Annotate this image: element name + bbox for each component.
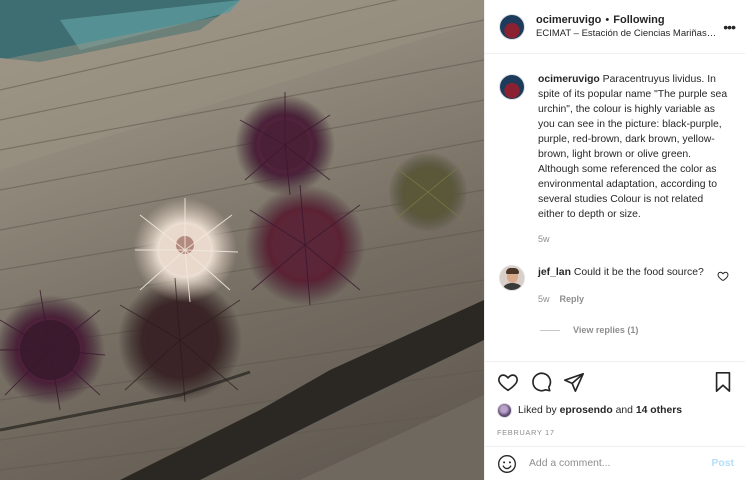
avatar-shirt (503, 283, 522, 290)
separator-dot: • (605, 14, 610, 26)
action-icons (497, 371, 734, 393)
post-date[interactable]: FEBRUARY 17 (497, 428, 734, 437)
comment-heart-icon[interactable] (717, 270, 729, 282)
comment-username[interactable]: jef_lan (538, 267, 571, 278)
likes-line: Liked by eprosendo and 14 others (497, 403, 734, 418)
caption-avatar[interactable] (499, 74, 525, 100)
add-comment-bar: Post (485, 446, 745, 480)
sea-urchin-photo (0, 0, 484, 480)
emoji-icon[interactable] (497, 454, 517, 474)
post-side-panel: ocimeruvigo • Following ECIMAT – Estació… (484, 0, 745, 480)
post-comment-button[interactable]: Post (711, 458, 734, 469)
caption: ocimeruvigo Paracentruyus lividus. In sp… (499, 72, 731, 247)
liked-others[interactable]: 14 others (636, 405, 682, 416)
liker-avatar[interactable] (497, 403, 512, 418)
liked-user[interactable]: eprosendo (560, 405, 613, 416)
comment-input[interactable] (529, 458, 712, 469)
heart-icon[interactable] (497, 371, 519, 393)
share-icon[interactable] (563, 371, 585, 393)
header-line: ocimeruvigo • Following (536, 14, 717, 26)
caption-username[interactable]: ocimeruvigo (538, 74, 600, 85)
comment-age[interactable]: 5w (538, 292, 550, 307)
more-horizontal-icon[interactable]: ••• (723, 20, 736, 34)
avatar-hair (506, 268, 519, 274)
liked-and: and (615, 405, 633, 416)
author-username[interactable]: ocimeruvigo (536, 14, 601, 26)
comment-meta: 5w Reply (538, 292, 708, 307)
comment-text: Could it be the food source? (573, 267, 704, 278)
view-replies-label: View replies (1) (573, 325, 639, 335)
commenter-avatar[interactable] (499, 265, 525, 291)
comment-body: jef_lan Could it be the food source? 5w … (538, 265, 708, 307)
author-avatar[interactable] (499, 13, 525, 40)
comment-icon[interactable] (530, 371, 552, 393)
location-link[interactable]: ECIMAT – Estación de Ciencias Mariñas de… (536, 28, 717, 39)
reply-button[interactable]: Reply (560, 292, 585, 307)
comment-item: jef_lan Could it be the food source? 5w … (499, 265, 731, 307)
comments-section: ocimeruvigo Paracentruyus lividus. In sp… (485, 54, 745, 335)
post-photo[interactable] (0, 0, 484, 480)
post-header: ocimeruvigo • Following ECIMAT – Estació… (485, 0, 745, 54)
view-replies-button[interactable]: View replies (1) (540, 325, 731, 335)
instagram-post: ocimeruvigo • Following ECIMAT – Estació… (0, 0, 745, 480)
actions-section: Liked by eprosendo and 14 others FEBRUAR… (485, 361, 745, 437)
bookmark-icon[interactable] (712, 371, 734, 393)
caption-text: Paracentruyus lividus. In spite of its p… (538, 74, 728, 220)
caption-body: ocimeruvigo Paracentruyus lividus. In sp… (538, 72, 731, 247)
liked-by-prefix: Liked by (518, 405, 557, 416)
caption-age[interactable]: 5w (538, 232, 731, 247)
following-button[interactable]: Following (613, 14, 664, 26)
header-meta: ocimeruvigo • Following ECIMAT – Estació… (536, 14, 717, 39)
view-replies-divider (540, 329, 560, 331)
